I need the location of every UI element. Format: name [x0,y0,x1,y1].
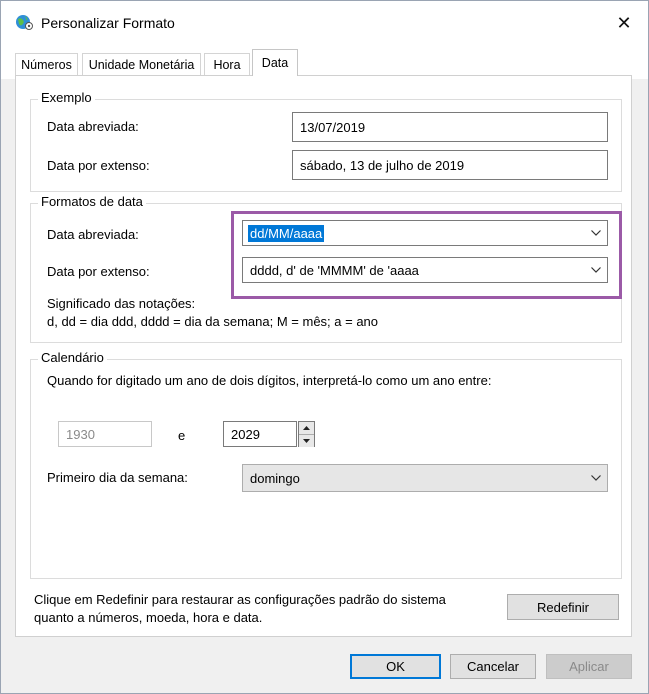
globe-settings-icon [15,13,33,31]
tab-hora[interactable]: Hora [204,53,250,75]
tab-data[interactable]: Data [252,49,298,76]
long-date-format-label: Data por extenso: [47,264,150,279]
tab-numeros[interactable]: Números [15,53,78,75]
two-digit-year-text: Quando for digitado um ano de dois dígit… [47,373,492,388]
first-day-value: domingo [250,470,300,486]
notation-title: Significado das notações: [47,296,196,311]
title-bar: Personalizar Formato ✕ [1,1,648,45]
close-button[interactable]: ✕ [606,7,642,39]
first-day-label: Primeiro dia da semana: [47,470,188,485]
short-date-format-label: Data abreviada: [47,227,139,242]
year-start-field: 1930 [58,421,152,447]
example-short-date-label: Data abreviada: [47,119,139,134]
example-long-date-label: Data por extenso: [47,158,150,173]
exemplo-group-label: Exemplo [38,90,95,105]
year-start-value: 1930 [66,426,95,442]
calendario-group-label: Calendário [38,350,107,365]
formatos-group-label: Formatos de data [38,194,146,209]
notation-text: d, dd = dia ddd, dddd = dia da semana; M… [47,314,379,329]
reset-text-line2: quanto a números, moeda, hora e data. [34,610,263,625]
reset-text-line1: Clique em Redefinir para restaurar as co… [34,592,446,607]
spin-down-icon[interactable] [299,435,314,447]
first-day-combobox[interactable]: domingo [242,464,608,492]
year-end-spinner[interactable] [298,421,315,447]
reset-button[interactable]: Redefinir [507,594,619,620]
example-short-date-value: 13/07/2019 [300,119,366,135]
spin-up-icon[interactable] [299,422,314,435]
year-end-value: 2029 [231,426,260,442]
example-short-date-field: 13/07/2019 [292,112,608,142]
example-long-date-field: sábado, 13 de julho de 2019 [292,150,608,180]
chevron-down-icon[interactable] [585,475,607,481]
year-range-conjunction: e [178,428,186,443]
cancel-button[interactable]: Cancelar [450,654,536,679]
example-long-date-value: sábado, 13 de julho de 2019 [300,157,465,173]
highlight-frame [231,211,622,299]
window-title: Personalizar Formato [41,15,175,31]
tab-unidade-monetaria[interactable]: Unidade Monetária [82,53,201,75]
year-end-input[interactable]: 2029 [223,421,297,447]
ok-button[interactable]: OK [350,654,441,679]
apply-button[interactable]: Aplicar [546,654,632,679]
close-icon: ✕ [616,12,632,33]
customize-format-dialog: Personalizar Formato ✕ Números Unidade M… [0,0,649,694]
